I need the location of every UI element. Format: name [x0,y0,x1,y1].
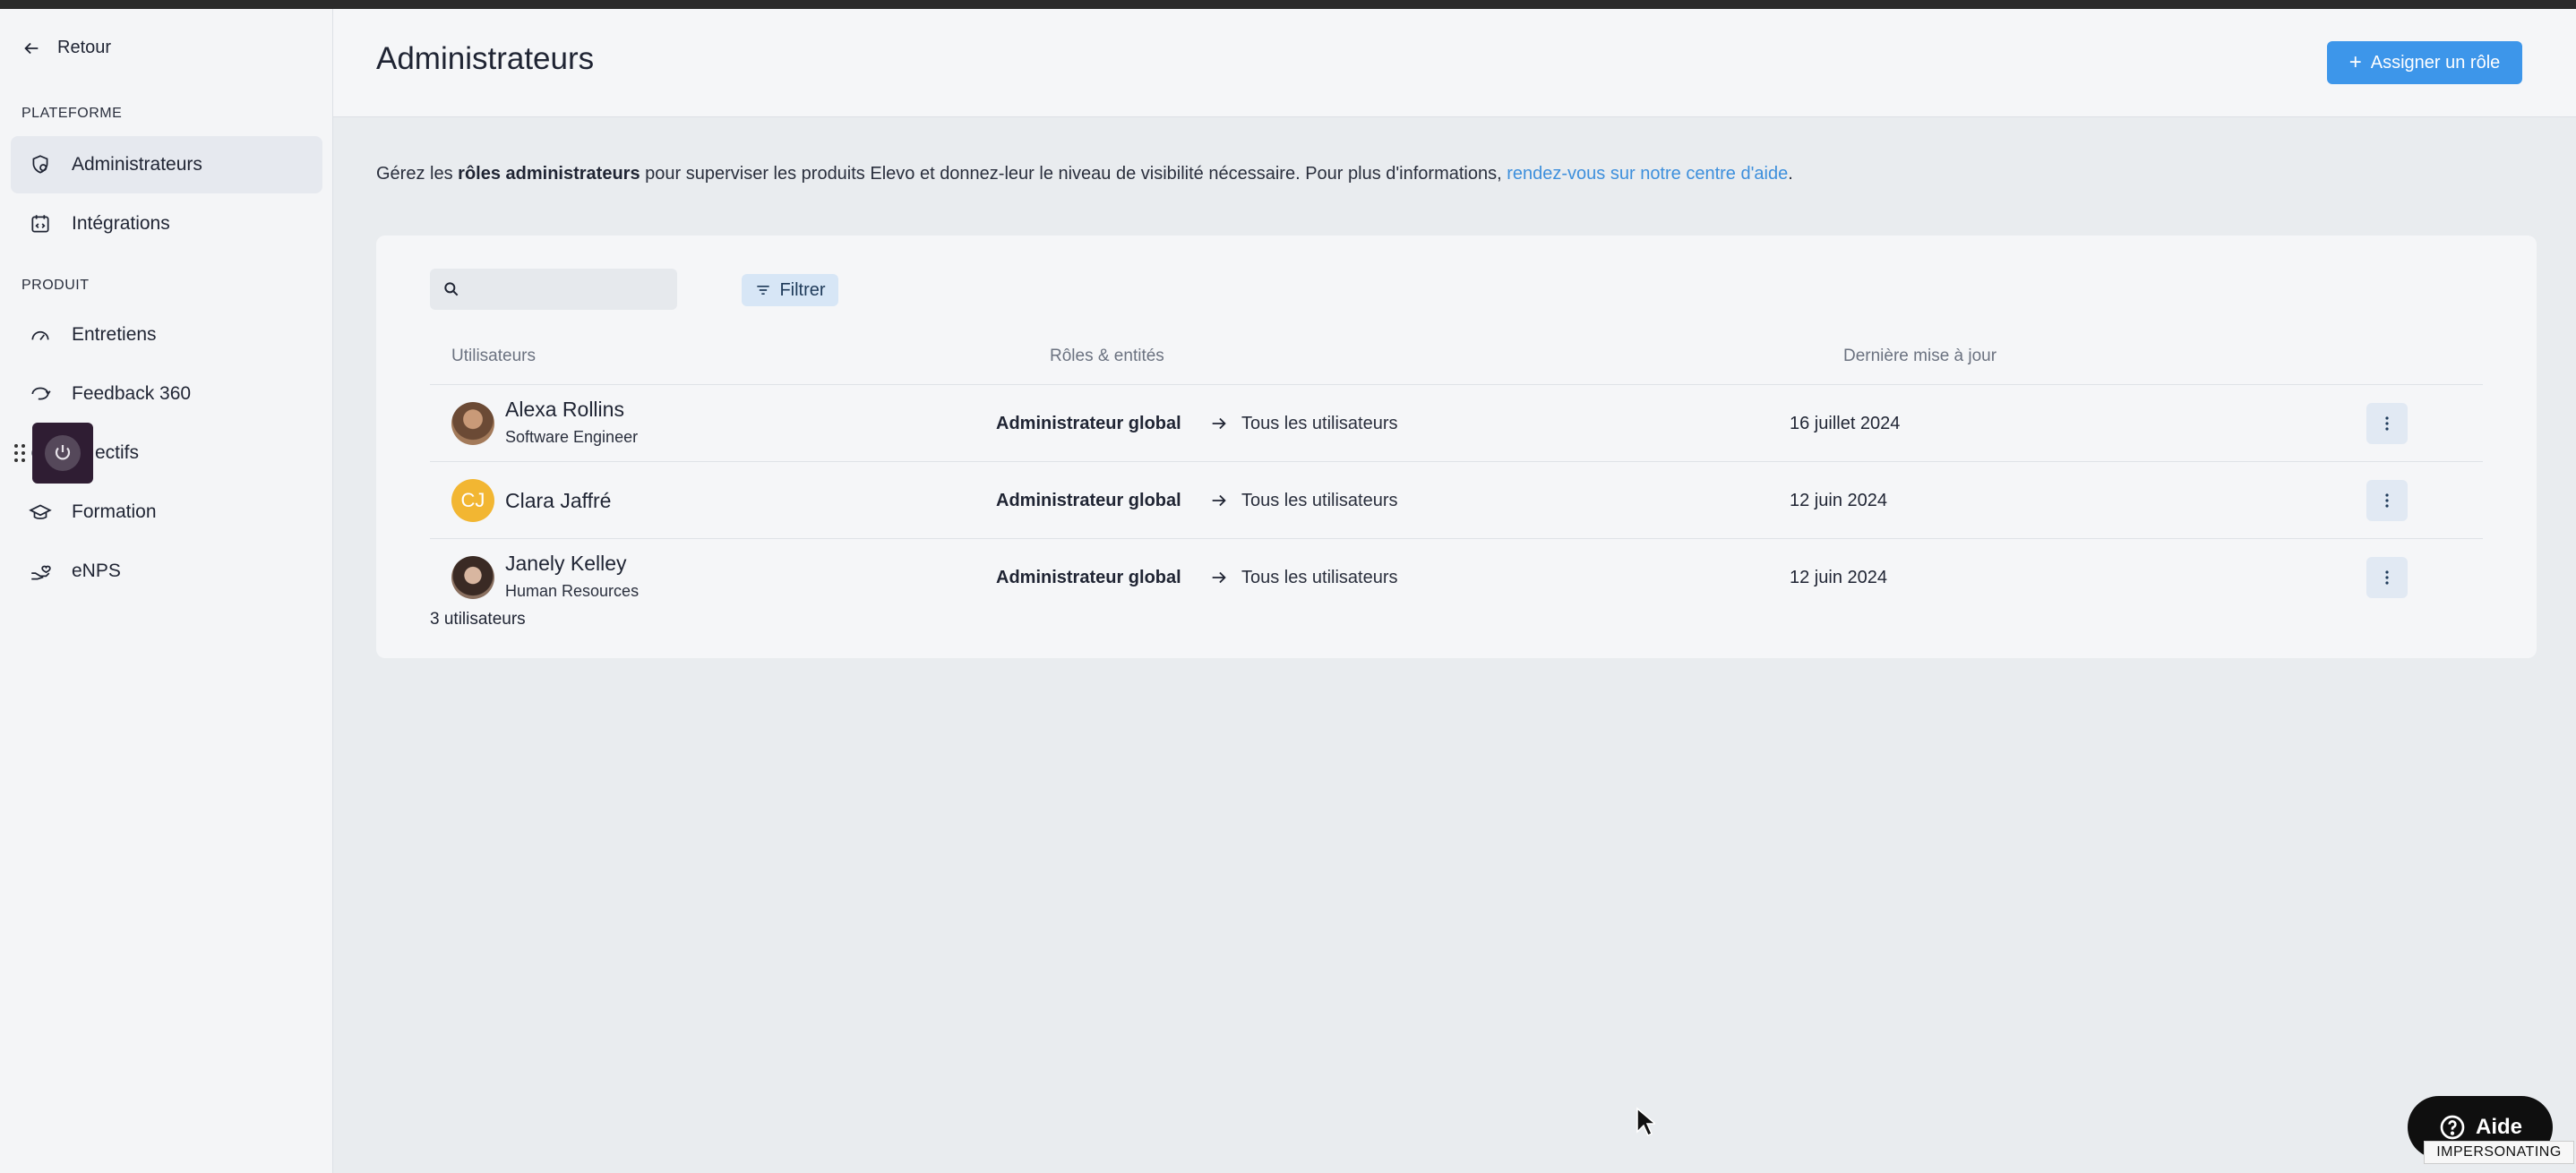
intro-text: Gérez les rôles administrateurs pour sup… [376,164,1793,184]
sidebar-item-label: Entretiens [72,324,157,345]
avatar [451,402,494,445]
back-label: Retour [57,38,112,57]
sidebar-item-label: Administrateurs [72,154,202,175]
column-header-updated[interactable]: Dernière mise à jour [1843,347,1996,366]
sidebar-item-formation[interactable]: Formation [11,484,322,541]
user-name: Clara Jaffré [505,489,612,512]
user-count: 3 utilisateurs [430,610,526,629]
role-scope: Tous les utilisateurs [1241,491,1398,510]
assign-role-button[interactable]: + Assigner un rôle [2327,41,2522,84]
last-updated: 16 juillet 2024 [1790,414,1901,433]
role-name: Administrateur global [996,491,1181,510]
plus-icon: + [2348,50,2362,74]
search-box[interactable] [430,269,677,310]
role-scope: Tous les utilisateurs [1241,414,1398,433]
power-button[interactable] [32,423,93,484]
sidebar-item-administrateurs[interactable]: Administrateurs [11,136,322,193]
impersonate-widget[interactable] [14,423,93,484]
column-header-roles[interactable]: Rôles & entités [1050,347,1164,366]
search-input[interactable] [430,269,677,310]
role-scope: Tous les utilisateurs [1241,568,1398,587]
intro-prefix: Gérez les [376,164,459,184]
arrow-right-icon [1212,571,1226,584]
sidebar-item-label: Feedback 360 [72,383,192,404]
arrow-left-icon [24,42,39,54]
graduation-cap-icon [29,504,52,519]
shield-settings-icon [32,155,48,174]
sidebar-item-label: Formation [72,501,157,522]
filter-label: Filtrer [779,279,826,300]
user-job: Human Resources [505,582,640,600]
hand-heart-icon [31,565,51,580]
more-vertical-icon [2385,416,2389,431]
arrow-right-icon [1212,417,1226,430]
page-header: Administrateurs + Assigner un rôle [333,9,2576,117]
back-link[interactable]: Retour [21,38,111,58]
filter-button[interactable]: Filtrer [742,274,838,306]
filter-icon [757,286,770,295]
sidebar-item-feedback-360[interactable]: Feedback 360 [11,365,322,423]
window-top-bar [0,0,2576,9]
power-icon [55,445,71,460]
page-title: Administrateurs [376,41,595,76]
table-row[interactable]: Janely Kelley Human Resources Administra… [430,539,2483,616]
avatar [451,556,494,599]
more-vertical-icon [2385,493,2389,508]
column-header-users[interactable]: Utilisateurs [451,347,536,366]
question-circle-icon [2440,1115,2465,1140]
user-name: Alexa Rollins [505,398,624,421]
avatar-initials: CJ [460,489,485,511]
intro-bold: rôles administrateurs [458,164,640,184]
last-updated: 12 juin 2024 [1790,491,1887,510]
integration-icon [31,215,49,233]
sidebar-item-entretiens[interactable]: Entretiens [11,306,322,364]
row-menu-button[interactable] [2366,480,2408,521]
impersonating-badge: IMPERSONATING [2424,1141,2574,1164]
row-menu-button[interactable] [2366,557,2408,598]
last-updated: 12 juin 2024 [1790,568,1887,587]
drag-handle-icon[interactable] [14,442,27,464]
row-menu-button[interactable] [2366,403,2408,444]
section-label-product: PRODUIT [21,278,90,293]
arrow-right-icon [1212,494,1226,507]
search-icon [444,282,459,296]
more-vertical-icon [2385,570,2389,585]
sidebar-item-label: Intégrations [72,213,170,234]
help-label: Aide [2475,1115,2522,1139]
admins-card: Filtrer Utilisateurs Rôles & entités Der… [376,235,2537,658]
sidebar-item-label: ectifs [95,442,140,463]
role-name: Administrateur global [996,568,1181,587]
intro-middle: pour superviser les produits Elevo et do… [640,164,1507,184]
sidebar-item-integrations[interactable]: Intégrations [11,195,322,253]
user-job: Software Engineer [505,428,639,446]
table-row[interactable]: CJ Clara Jaffré Administrateur global To… [430,462,2483,539]
intro-suffix: . [1788,164,1793,184]
help-center-link[interactable]: rendez-vous sur notre centre d'aide [1507,164,1788,184]
role-name: Administrateur global [996,414,1181,433]
avatar: CJ [451,479,494,522]
table-row[interactable]: Alexa Rollins Software Engineer Administ… [430,385,2483,462]
sidebar: Retour PLATEFORME Administrateurs Intégr… [0,9,333,1173]
speedometer-icon [31,330,49,340]
sidebar-item-enps[interactable]: eNPS [11,543,322,600]
assign-role-label: Assigner un rôle [2370,52,2501,73]
mouse-cursor-icon [1636,1107,1655,1137]
user-name: Janely Kelley [505,552,627,575]
section-label-platform: PLATEFORME [21,106,123,121]
sidebar-item-label: eNPS [72,561,121,581]
cycle-arrows-icon [31,387,51,400]
